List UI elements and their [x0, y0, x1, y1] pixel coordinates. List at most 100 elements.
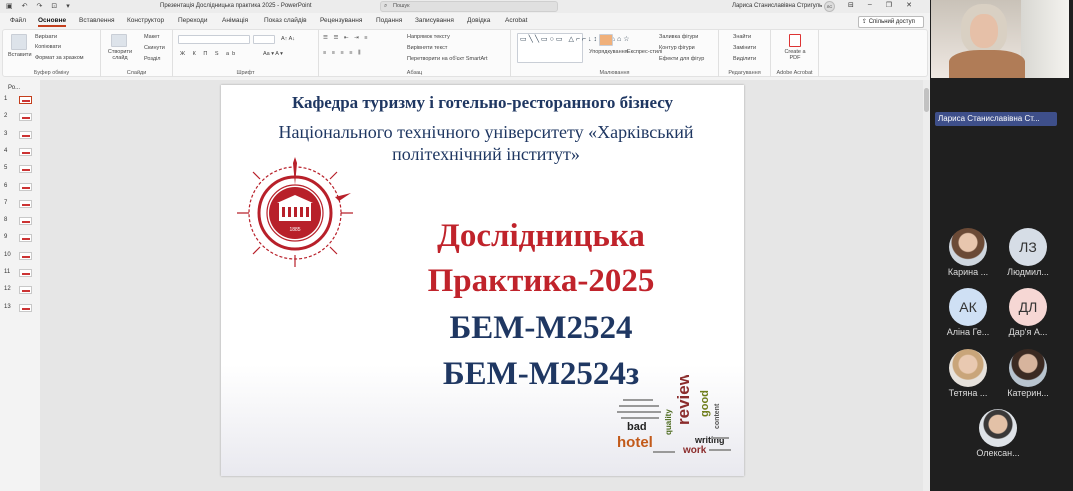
participant-avatar: ЛЗ	[1009, 228, 1047, 266]
font-format-icons[interactable]: Ж К П S ab	[180, 51, 238, 57]
department-title[interactable]: Кафедра туризму і готельно-ресторанного …	[221, 93, 744, 113]
tab-help[interactable]: Довідка	[467, 17, 490, 24]
slide-thumbnail[interactable]: 8	[4, 216, 38, 226]
participant-tile[interactable]: Катерин...	[998, 349, 1058, 399]
group-code-1[interactable]: БЕМ-М2524	[341, 310, 741, 347]
paste-icon[interactable]	[11, 34, 27, 50]
participant-tile[interactable]: ДЛ Дар'я А...	[998, 288, 1058, 338]
search-box[interactable]: ⌕ Пошук	[380, 1, 558, 12]
customize-icon[interactable]: ▾	[66, 2, 70, 11]
align-icons[interactable]: ≡ ≡ ≡ ≡ ⫼	[323, 50, 362, 57]
user-name[interactable]: Лариса Станиславівна Стригуль	[732, 3, 822, 9]
present-icon[interactable]: ⊡	[51, 2, 57, 11]
slide-thumbnail[interactable]: 9	[4, 233, 38, 243]
select-button[interactable]: Виділити	[733, 56, 756, 62]
slide-title-line-2[interactable]: Практика-2025	[341, 263, 741, 300]
window-controls: ⊟ – ❐ ✕	[848, 1, 912, 9]
slide-title-line-1[interactable]: Дослідницька	[341, 218, 741, 255]
quick-styles-button[interactable]: Експрес-стилі	[627, 49, 662, 55]
vertical-scrollbar[interactable]	[923, 80, 930, 491]
slide-thumbnail[interactable]: 5	[4, 164, 38, 174]
save-icon[interactable]: ▣	[6, 2, 13, 11]
tab-insert[interactable]: Вставлення	[79, 17, 115, 24]
tab-record[interactable]: Записування	[415, 17, 454, 24]
participant-tile[interactable]: Карина ...	[938, 228, 998, 278]
slide-thumbnail-image	[19, 96, 32, 104]
university-emblem[interactable]: 1885	[235, 157, 355, 269]
slide-thumbnail[interactable]: 6	[4, 182, 38, 192]
slide-thumbnail[interactable]: 3	[4, 130, 38, 140]
layout-button[interactable]: Макет	[144, 34, 160, 40]
presenter-name-chip[interactable]: Лариса Станиславівна Ст...	[935, 112, 1057, 126]
copy-button[interactable]: Копіювати	[35, 44, 61, 50]
tab-view[interactable]: Подання	[376, 17, 402, 24]
pdf-icon[interactable]	[789, 34, 801, 47]
new-slide-button[interactable]: Створити слайд	[106, 49, 134, 61]
tab-home[interactable]: Основне	[38, 17, 67, 27]
list-icons[interactable]: ☰ ☰ ⇤ ⇥ ≡	[323, 35, 369, 41]
participant-tile[interactable]: ЛЗ Людмил...	[998, 228, 1058, 278]
font-grow-icon[interactable]: A↑ A↓	[281, 36, 295, 42]
share-icon: ⇪	[862, 19, 868, 25]
font-name-box[interactable]	[178, 35, 250, 44]
participant-tile[interactable]: Олексан...	[968, 409, 1028, 459]
slide-thumbnail-image	[19, 217, 32, 226]
slide-thumbnail[interactable]: 10	[4, 251, 38, 261]
font-size-box[interactable]	[253, 35, 275, 44]
new-slide-icon[interactable]	[111, 34, 127, 47]
slide-number: 11	[4, 269, 11, 275]
slide-number: 10	[4, 251, 11, 258]
shape-effects-button[interactable]: Ефекти для фігур	[659, 56, 704, 62]
paste-button[interactable]: Вставити	[8, 52, 32, 58]
ribbon-display-icon[interactable]: ⊟	[848, 1, 854, 9]
university-line-1: Національного технічного університету «Х…	[278, 122, 694, 142]
shapes-gallery[interactable]: ▭╲╲▭○▭ △⌐⌐↓↕ ↗⌂⌂☆	[517, 33, 630, 63]
align-text-button[interactable]: Вирівняти текст	[407, 45, 447, 51]
format-painter-button[interactable]: Формат за зразком	[35, 55, 84, 61]
reset-button[interactable]: Скинути	[144, 45, 165, 51]
slide-thumbnail[interactable]: 7	[4, 199, 38, 209]
smartart-button[interactable]: Перетворити на об'єкт SmartArt	[407, 56, 488, 62]
shape-fill-button[interactable]: Заливка фігури	[659, 34, 698, 40]
current-slide[interactable]: Кафедра туризму і готельно-ресторанного …	[221, 85, 744, 476]
arrange-button[interactable]: Упорядкування	[589, 49, 628, 55]
tab-slideshow[interactable]: Показ слайдів	[264, 17, 307, 24]
slide-thumbnail[interactable]: 11	[4, 268, 38, 278]
undo-icon[interactable]: ↶	[22, 2, 28, 11]
group-paragraph: ☰ ☰ ⇤ ⇥ ≡ ≡ ≡ ≡ ≡ ⫼ Напрямок тексту Вирі…	[319, 30, 511, 77]
slide-thumbnail[interactable]: 1	[4, 95, 38, 105]
tab-file[interactable]: Файл	[10, 17, 26, 24]
maximize-icon[interactable]: ❐	[886, 1, 892, 9]
user-avatar[interactable]: ЛС	[824, 1, 835, 12]
tab-design[interactable]: Конструктор	[127, 17, 164, 24]
presenter-video[interactable]	[931, 0, 1069, 78]
cut-button[interactable]: Вирізати	[35, 34, 57, 40]
create-pdf-button[interactable]: Create a PDF	[781, 49, 809, 61]
redo-icon[interactable]: ↷	[37, 2, 43, 11]
participant-tile[interactable]: Тетяна ...	[938, 349, 998, 399]
share-button[interactable]: ⇪ Спільний доступ	[858, 16, 924, 28]
participant-tile[interactable]: АК Аліна Ге...	[938, 288, 998, 338]
slide-number: 5	[4, 165, 8, 172]
arrange-icon[interactable]	[599, 34, 613, 46]
tab-review[interactable]: Рецензування	[320, 17, 362, 24]
slide-thumbnail[interactable]: 2	[4, 112, 38, 122]
close-icon[interactable]: ✕	[906, 1, 912, 9]
slide-thumbnail[interactable]: 12	[4, 285, 38, 295]
minimize-icon[interactable]: –	[868, 1, 872, 9]
section-button[interactable]: Розділ	[144, 56, 160, 62]
text-direction-button[interactable]: Напрямок тексту	[407, 34, 450, 40]
slide-thumbnail[interactable]: 13	[4, 303, 38, 313]
emblem-year: 1885	[289, 227, 300, 233]
tab-acrobat[interactable]: Acrobat	[505, 17, 527, 24]
replace-button[interactable]: Замінити	[733, 45, 756, 51]
find-button[interactable]: Знайти	[733, 34, 751, 40]
slide-thumbnail[interactable]: 4	[4, 147, 38, 157]
tab-animations[interactable]: Анімація	[222, 17, 248, 24]
shape-outline-button[interactable]: Контур фігури	[659, 45, 695, 51]
scroll-thumb[interactable]	[924, 88, 929, 112]
slide-thumbnail-image	[19, 251, 32, 260]
tab-transitions[interactable]: Переходи	[178, 17, 207, 24]
font-color-icon[interactable]: Aa ▾ A ▾	[263, 51, 283, 57]
review-word-cloud[interactable]: review hotel bad good quality writing wo…	[613, 375, 737, 460]
